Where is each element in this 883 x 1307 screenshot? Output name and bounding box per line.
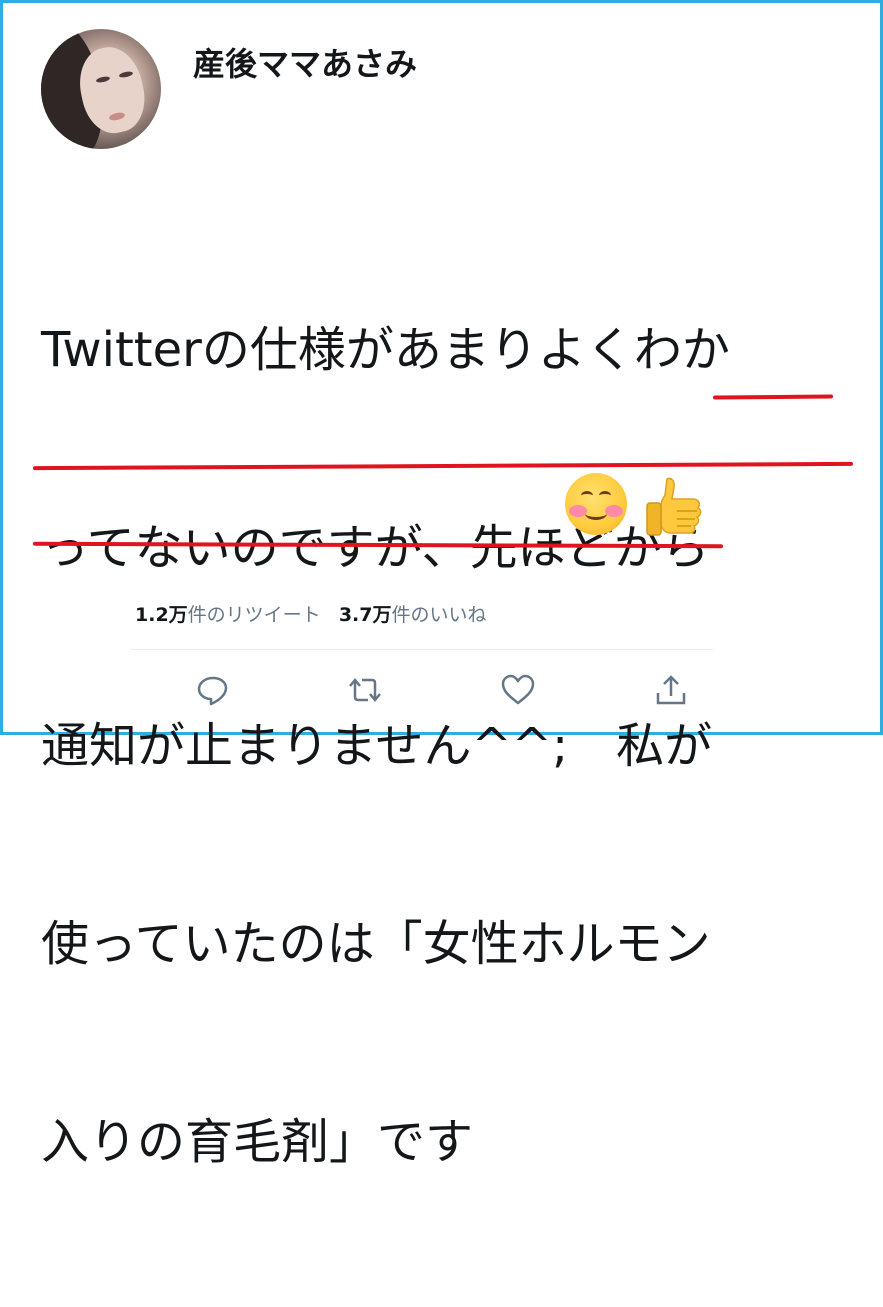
like-count[interactable]: 3.7万 — [339, 604, 392, 626]
retweet-label[interactable]: 件のリツイート — [188, 604, 321, 626]
tweet-stats: 1.2万件のリツイート 3.7万件のいいね — [135, 600, 487, 627]
action-bar — [3, 671, 883, 711]
avatar[interactable] — [41, 29, 161, 149]
tweet-line-2: ってないのですが、先ほどから — [41, 520, 710, 576]
tweet-line-1: Twitterの仕様があまりよくわか — [41, 322, 730, 378]
retweet-count[interactable]: 1.2万 — [135, 604, 188, 626]
like-label[interactable]: 件のいいね — [391, 604, 486, 626]
tweet-line-4: 使っていたのは「女性ホルモン — [41, 916, 711, 972]
user-display-name[interactable]: 産後ママあさみ — [193, 39, 417, 85]
like-icon[interactable] — [499, 671, 537, 709]
tweet-line-3: 通知が止まりません^^; 私が — [41, 718, 713, 774]
thumbs-up-icon — [646, 477, 702, 536]
divider — [131, 649, 713, 650]
tweet-card: 産後ママあさみ Twitterの仕様があまりよくわか ってないのですが、先ほどか… — [0, 0, 883, 1170]
smiling-face-icon — [565, 473, 627, 535]
share-icon[interactable] — [652, 671, 690, 709]
retweet-icon[interactable] — [346, 671, 384, 709]
reply-icon[interactable] — [194, 671, 232, 709]
tweet-line-5: 入りの育毛剤」です — [41, 1114, 474, 1170]
tweet-text: Twitterの仕様があまりよくわか ってないのですが、先ほどから 通知が止まり… — [41, 185, 861, 1307]
